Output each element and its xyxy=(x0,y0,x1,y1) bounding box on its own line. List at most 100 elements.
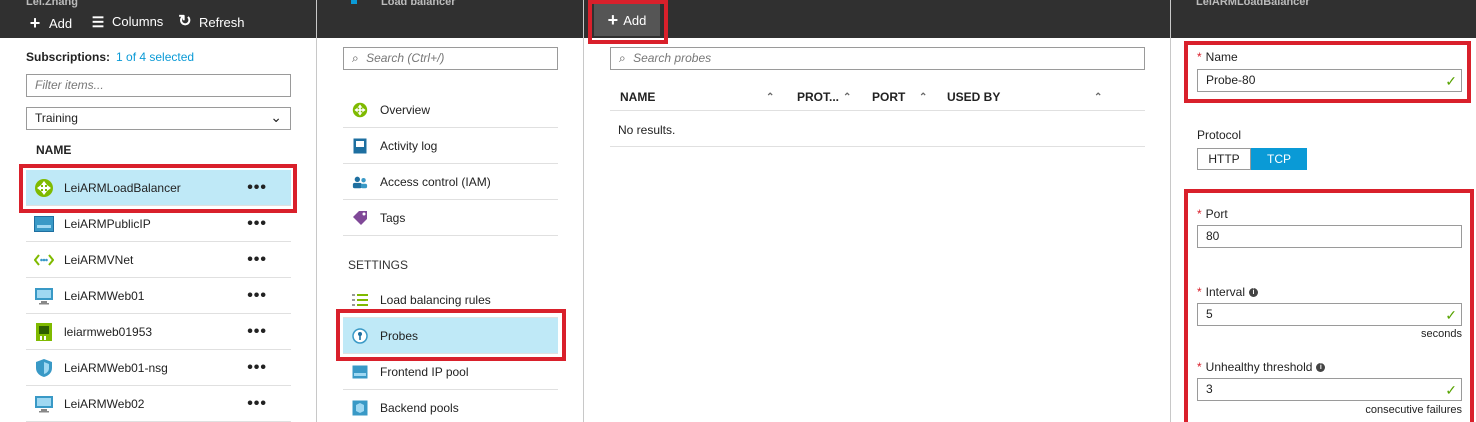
blade4-title: LeiARMLoadBalancer xyxy=(1196,0,1310,8)
more-options-icon[interactable]: ••• xyxy=(247,251,267,269)
menu-item-overview[interactable]: Overview xyxy=(343,92,558,128)
interval-unit: seconds xyxy=(1421,328,1462,340)
resource-name: leiarmweb01953 xyxy=(64,325,153,339)
info-icon[interactable]: i xyxy=(1249,287,1259,297)
menu-item-label: Access control (IAM) xyxy=(380,175,491,189)
more-options-icon[interactable]: ••• xyxy=(247,287,267,305)
threshold-unit: consecutive failures xyxy=(1365,404,1462,416)
load-balancer-icon xyxy=(34,178,54,198)
dropdown-value: Training xyxy=(35,111,78,125)
empty-message: No results. xyxy=(618,123,676,137)
public-ip-icon xyxy=(34,214,54,234)
menu-search-input[interactable]: ⌕ Search (Ctrl+/) xyxy=(343,47,558,70)
menu-item-access-control-iam[interactable]: Access control (IAM) xyxy=(343,164,558,200)
search-icon: ⌕ xyxy=(352,51,359,65)
resource-row-leiarmvnet[interactable]: LeiARMVNet ••• xyxy=(26,242,291,278)
port-label: * Port xyxy=(1197,207,1228,221)
menu-item-activity-log[interactable]: Activity log xyxy=(343,128,558,164)
add-button[interactable]: + Add xyxy=(27,14,72,32)
resource-name: LeiARMVNet xyxy=(64,253,134,267)
resource-row-leiarmweb01-nsg[interactable]: LeiARMWeb01-nsg ••• xyxy=(26,350,291,386)
more-options-icon[interactable]: ••• xyxy=(247,359,267,377)
more-options-icon[interactable]: ••• xyxy=(247,215,267,233)
info-icon[interactable]: i xyxy=(1316,362,1326,372)
backend-icon xyxy=(352,400,368,416)
resource-row-leiarmweb02[interactable]: LeiARMWeb02 ••• xyxy=(26,386,291,422)
interval-label: * Interval i xyxy=(1197,285,1259,299)
protocol-tcp-option[interactable]: TCP xyxy=(1251,148,1307,170)
name-label: * Name xyxy=(1197,50,1238,64)
required-asterisk: * xyxy=(1197,360,1202,374)
valid-check-icon: ✓ xyxy=(1445,307,1457,323)
columns-button[interactable]: ☰ Columns xyxy=(90,14,164,29)
refresh-icon: ↻ xyxy=(178,13,192,30)
load-balancer-small-icon xyxy=(351,0,357,4)
add-probe-button[interactable]: + Add xyxy=(594,4,660,36)
add-probe-form-blade: LeiARMLoadBalancer * Name Probe-80 ✓ Pro… xyxy=(1171,0,1476,422)
plus-icon: + xyxy=(607,9,619,30)
menu-item-load-balancing-rules[interactable]: Load balancing rules xyxy=(343,282,558,318)
add-probe-label: Add xyxy=(623,12,647,28)
resource-name: LeiARMWeb02 xyxy=(64,397,145,411)
more-options-icon[interactable]: ••• xyxy=(247,179,267,197)
plus-icon: + xyxy=(29,13,41,33)
protocol-http-option[interactable]: HTTP xyxy=(1197,148,1251,170)
protocol-toggle: HTTP TCP xyxy=(1197,148,1307,170)
port-field[interactable]: 80 xyxy=(1197,225,1462,248)
refresh-label: Refresh xyxy=(199,14,245,30)
menu-item-frontend-ip-pool[interactable]: Frontend IP pool xyxy=(343,354,558,390)
interval-field[interactable]: 5 ✓ xyxy=(1197,303,1462,326)
activity-log-icon xyxy=(352,138,368,154)
load-balancer-menu-blade: Load balancer ⌕ Search (Ctrl+/) Overview… xyxy=(317,0,584,422)
filter-input[interactable]: Filter items... xyxy=(26,74,291,97)
menu-item-backend-pools[interactable]: Backend pools xyxy=(343,390,558,422)
resource-group-dropdown[interactable]: Training ⌄ xyxy=(26,107,291,130)
subscriptions: Subscriptions: 1 of 4 selected xyxy=(26,50,194,64)
threshold-label-text: Unhealthy threshold xyxy=(1205,360,1313,374)
threshold-value: 3 xyxy=(1206,382,1213,396)
name-field[interactable]: Probe-80 ✓ xyxy=(1197,69,1462,92)
resource-row-leiarmloadbalancer[interactable]: LeiARMLoadBalancer ••• xyxy=(26,170,291,206)
vnet-icon xyxy=(34,250,54,270)
menu-item-probes[interactable]: Probes xyxy=(343,318,558,354)
sort-port-icon[interactable]: ⌃ xyxy=(919,92,927,103)
rules-icon xyxy=(352,292,368,308)
blade1-title: Lei.Zhang xyxy=(26,0,78,8)
col-used-by[interactable]: USED BY xyxy=(947,90,1000,104)
resource-row-leiarmpublicip[interactable]: LeiARMPublicIP ••• xyxy=(26,206,291,242)
required-asterisk: * xyxy=(1197,207,1202,221)
more-options-icon[interactable]: ••• xyxy=(247,323,267,341)
sort-used-by-icon[interactable]: ⌃ xyxy=(1094,92,1102,103)
name-value: Probe-80 xyxy=(1206,73,1256,87)
nsg-icon xyxy=(34,358,54,378)
resource-row-leiarmweb01[interactable]: LeiARMWeb01 ••• xyxy=(26,278,291,314)
refresh-button[interactable]: ↻ Refresh xyxy=(177,13,245,30)
col-name[interactable]: NAME xyxy=(620,90,655,104)
tag-icon xyxy=(352,210,368,226)
probe-icon xyxy=(352,328,368,344)
menu-item-label: Probes xyxy=(380,329,419,343)
threshold-label: * Unhealthy threshold i xyxy=(1197,360,1326,374)
threshold-field[interactable]: 3 ✓ xyxy=(1197,378,1462,401)
sort-name-icon[interactable]: ⌃ xyxy=(766,92,774,103)
chevron-down-icon: ⌄ xyxy=(270,109,282,125)
overview-icon xyxy=(352,102,368,118)
menu-item-label: Activity log xyxy=(380,139,438,153)
interval-value: 5 xyxy=(1206,307,1213,321)
interval-label-text: Interval xyxy=(1205,285,1246,299)
probe-search-input[interactable]: ⌕ Search probes xyxy=(610,47,1145,70)
more-options-icon[interactable]: ••• xyxy=(247,395,267,413)
blade4-toolbar: LeiARMLoadBalancer xyxy=(1171,0,1476,38)
probes-table-header: NAME ⌃ PROT... ⌃ PORT ⌃ USED BY ⌃ xyxy=(610,83,1145,111)
col-port[interactable]: PORT xyxy=(872,90,905,104)
sort-protocol-icon[interactable]: ⌃ xyxy=(843,92,851,103)
table-bottom-divider xyxy=(610,146,1145,147)
name-label-text: Name xyxy=(1205,50,1238,64)
blade1-toolbar: Lei.Zhang + Add ☰ Columns ↻ Refresh xyxy=(0,0,316,38)
resource-row-leiarmweb01953[interactable]: leiarmweb01953 ••• xyxy=(26,314,291,350)
col-protocol[interactable]: PROT... xyxy=(797,90,839,104)
settings-header: SETTINGS xyxy=(348,258,409,272)
probe-search-placeholder: Search probes xyxy=(633,51,712,65)
menu-item-tags[interactable]: Tags xyxy=(343,200,558,236)
subscriptions-link[interactable]: 1 of 4 selected xyxy=(116,50,194,64)
